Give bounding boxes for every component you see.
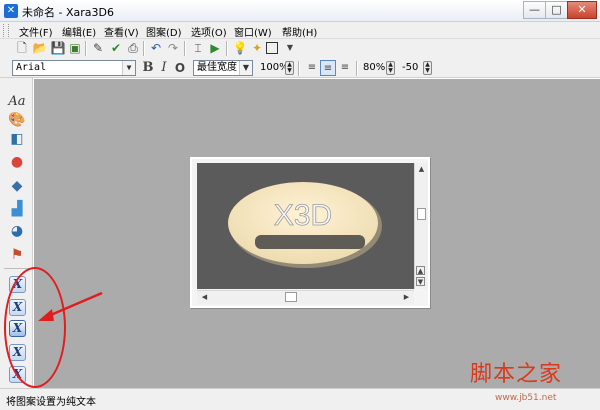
window-title: 未命名 - Xara3D6 (22, 6, 114, 19)
toolbar-separator (226, 41, 228, 56)
save-icon[interactable]: 💾 (50, 40, 66, 56)
redo-icon[interactable]: ↷ (165, 40, 181, 56)
extrude-cube-icon[interactable]: ◧ (8, 130, 26, 148)
toolbar-separator (143, 41, 145, 56)
text-shadow (255, 235, 365, 249)
horizontal-scrollbar[interactable]: ◀ ▶ (197, 290, 414, 304)
menu-bar: 文件(F) 编辑(E) 查看(V) 图案(D) 选项(O) 窗口(W) 帮助(H… (0, 22, 600, 39)
menu-grip[interactable] (3, 24, 9, 37)
align-right-icon[interactable]: ≡ (337, 60, 353, 76)
menu-window[interactable]: 窗口(W) (234, 24, 272, 39)
watermark-url: www.jb51.net (495, 393, 557, 403)
title-bar: ✕ 未命名 - Xara3D6 — □ ✕ (0, 0, 600, 22)
palette-icon[interactable]: 🎨 (8, 111, 26, 129)
frame-icon[interactable] (266, 42, 278, 54)
globe-icon[interactable]: ◕ (8, 222, 26, 240)
canvas-graphic: X3D (228, 182, 382, 268)
menu-pattern[interactable]: 图案(D) (146, 24, 182, 39)
menu-file[interactable]: 文件(F) (19, 24, 53, 39)
font-select[interactable]: Arial ▼ (12, 60, 136, 76)
watermark-text: 脚本之家 (470, 362, 563, 387)
menu-edit[interactable]: 编辑(E) (62, 24, 96, 39)
scroll-right-icon[interactable]: ▶ (401, 292, 412, 303)
text-icon[interactable]: Aa (8, 93, 26, 111)
play-icon[interactable]: ▶ (207, 40, 223, 56)
maximize-button[interactable]: □ (545, 1, 568, 19)
menu-help[interactable]: 帮助(H) (282, 24, 317, 39)
font-select-value: Arial (16, 62, 47, 73)
export-icon[interactable]: ▣ (67, 40, 83, 56)
status-text: 将图案设置为纯文本 (6, 397, 96, 408)
menu-view[interactable]: 查看(V) (104, 24, 139, 39)
scroll-left-icon[interactable]: ◀ (199, 292, 210, 303)
minimize-button[interactable]: — (523, 1, 546, 19)
scroll-up-icon[interactable]: ▲ (416, 164, 427, 175)
spacing-value[interactable]: 80% (363, 62, 385, 73)
lamp-icon[interactable]: ⚑ (8, 246, 26, 264)
width-mode-value: 最佳宽度 (197, 62, 237, 73)
print-icon[interactable]: ⎙ (125, 40, 141, 56)
width-mode-select[interactable]: 最佳宽度 ▼ (193, 60, 253, 76)
outline-button[interactable]: O (172, 60, 188, 76)
chevron-down-icon[interactable]: ▼ (122, 61, 135, 75)
offset-spinner[interactable]: ▲ ▼ (423, 61, 432, 75)
x3d-text: X3D (274, 199, 332, 232)
chevron-down-icon[interactable]: ▼ (239, 61, 252, 75)
bold-button[interactable]: B (140, 60, 156, 76)
shapes-icon[interactable]: ▟ (8, 200, 26, 218)
align-center-icon[interactable]: ≡ (320, 60, 336, 76)
vertical-scrollbar[interactable]: ▲ ▲ ▼ (414, 163, 428, 289)
dropdown-arrow-icon[interactable]: ▼ (282, 40, 298, 56)
vertical-scroll-thumb[interactable] (417, 208, 426, 220)
lightbulb-icon[interactable]: 💡 (232, 40, 248, 56)
toolbar-separator (85, 41, 87, 56)
annotation-arrow-icon (38, 291, 103, 321)
italic-button[interactable]: I (156, 60, 172, 76)
undo-icon[interactable]: ↶ (148, 40, 164, 56)
close-button[interactable]: ✕ (567, 1, 597, 19)
toolbar-separator (356, 61, 358, 76)
magic-wand-icon[interactable]: ✦ (249, 40, 265, 56)
sphere-icon[interactable]: ● (8, 153, 26, 171)
menu-options[interactable]: 选项(O) (191, 24, 227, 39)
spacing-spinner[interactable]: ▲ ▼ (386, 61, 395, 75)
text-cursor-icon[interactable]: ⌶ (190, 40, 206, 56)
check-icon[interactable]: ✔ (108, 40, 124, 56)
zoom-spinner[interactable]: ▲ ▼ (285, 61, 294, 75)
toolbar-separator (298, 61, 300, 76)
new-document-icon[interactable]: 🗋 (14, 40, 30, 56)
standard-toolbar: 🗋 📂 💾 ▣ ✎ ✔ ⎙ ↶ ↷ ⌶ ▶ 💡 ✦ ▼ (0, 39, 600, 59)
open-folder-icon[interactable]: 📂 (32, 40, 48, 56)
diamond-icon[interactable]: ◆ (8, 177, 26, 195)
edit-icon[interactable]: ✎ (90, 40, 106, 56)
scroll-down-icon[interactable]: ▼ (416, 277, 425, 286)
design-canvas[interactable]: X3D (197, 163, 414, 289)
xara-app-icon[interactable]: ✕ (4, 4, 18, 18)
offset-value[interactable]: -50 (402, 62, 418, 73)
text-toolbar: Arial ▼ B I O 最佳宽度 ▼ 100% ▲ ▼ ≡ ≡ ≡ 80% ▲… (0, 59, 600, 78)
scroll-up-page-icon[interactable]: ▲ (416, 266, 425, 275)
horizontal-scroll-thumb[interactable] (285, 292, 297, 302)
toolbar-separator (184, 41, 186, 56)
align-left-icon[interactable]: ≡ (304, 60, 320, 76)
